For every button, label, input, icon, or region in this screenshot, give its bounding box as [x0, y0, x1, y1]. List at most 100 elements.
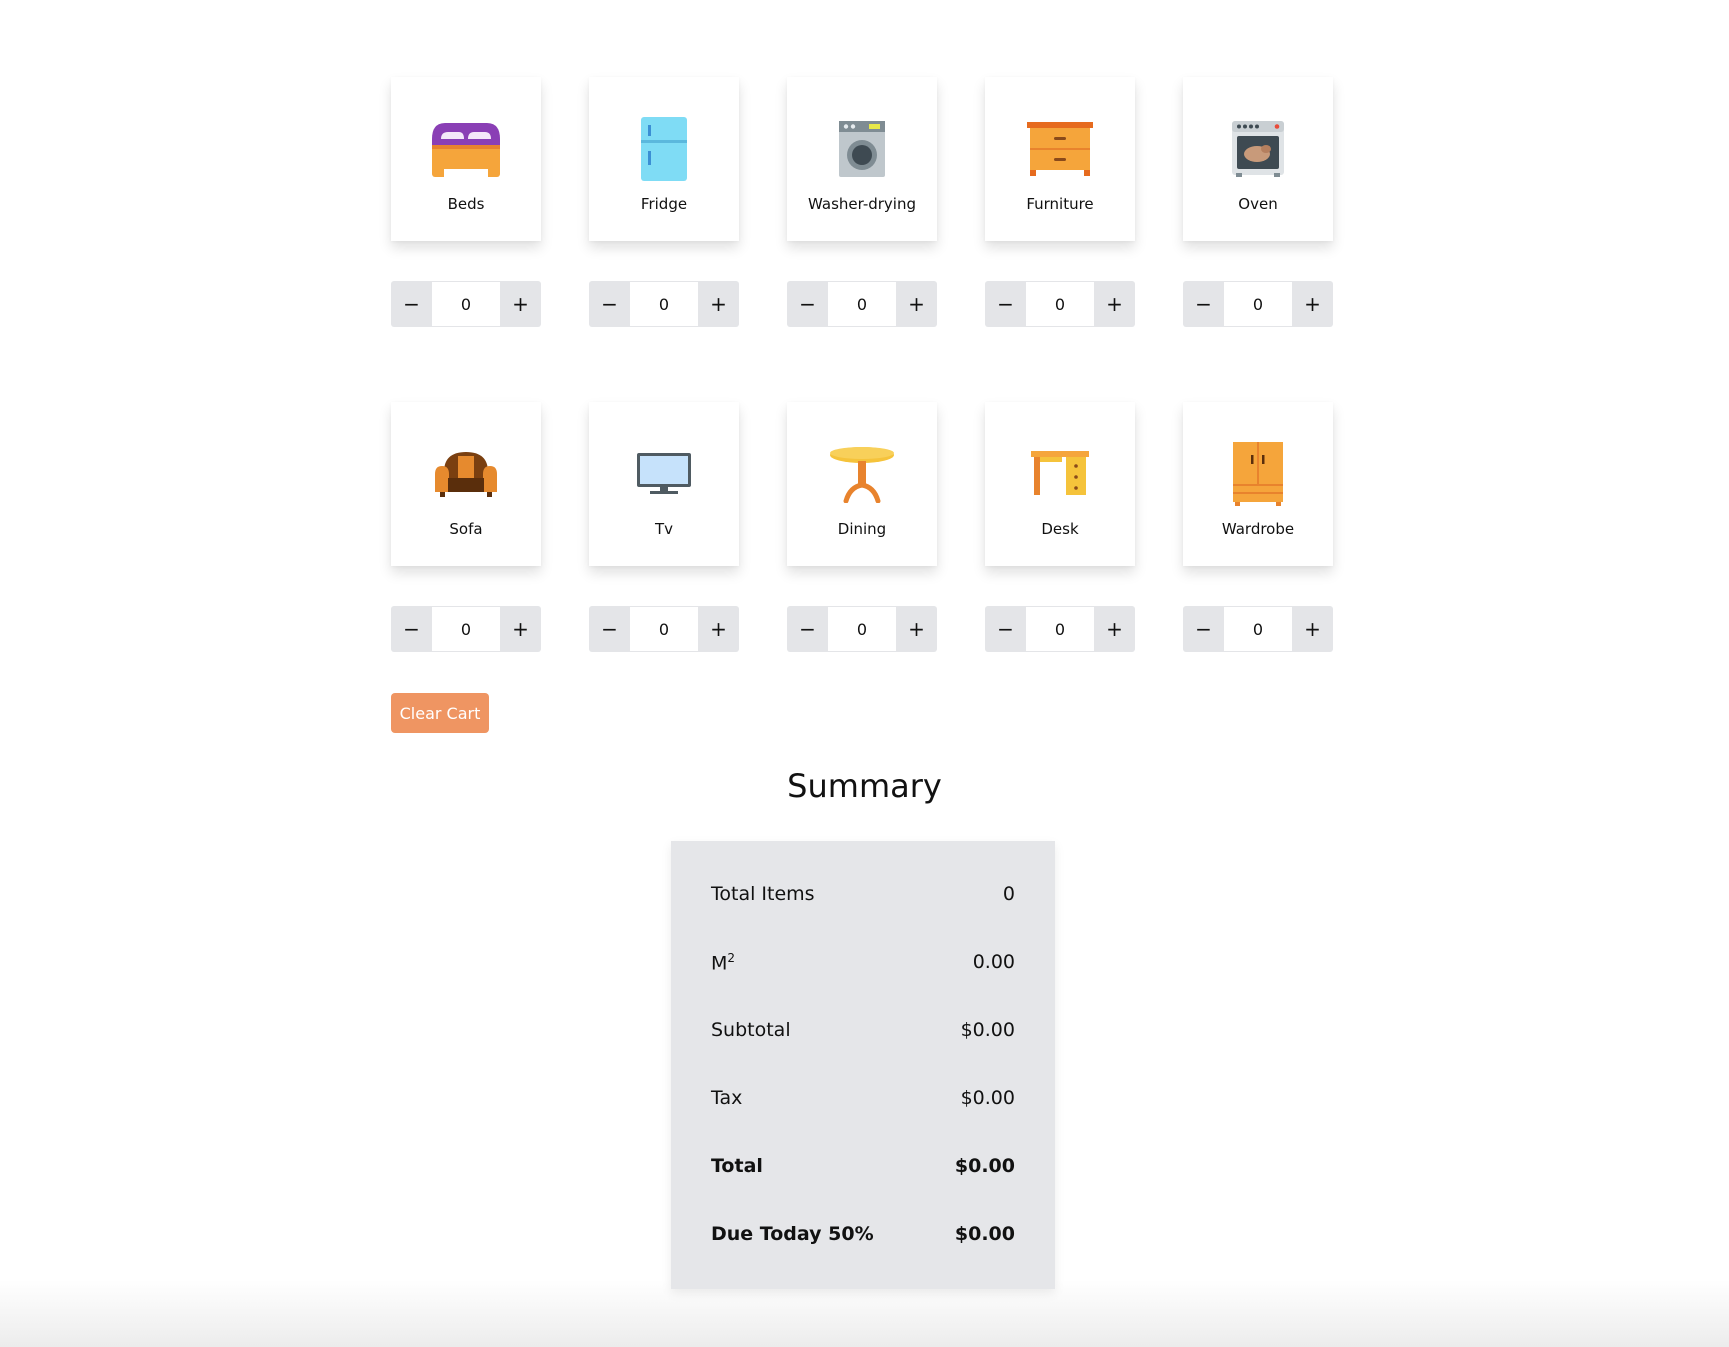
product-label: Wardrobe [1221, 520, 1295, 538]
product-item-dining: Dining − 0 + [787, 402, 937, 652]
product-item-desk: Desk − 0 + [985, 402, 1135, 652]
product-item-wardrobe: Wardrobe − 0 + [1183, 402, 1333, 652]
product-card-desk[interactable]: Desk [985, 402, 1135, 566]
summary-label: Tax [711, 1087, 743, 1109]
summary-value: $0.00 [960, 1087, 1015, 1109]
quantity-value[interactable]: 0 [1026, 281, 1094, 327]
product-card-wardrobe[interactable]: Wardrobe [1183, 402, 1333, 566]
product-label: Desk [1041, 520, 1079, 538]
desk-icon [1024, 438, 1096, 510]
oven-icon [1222, 113, 1294, 185]
decrement-button[interactable]: − [589, 281, 630, 327]
product-item-oven: Oven − 0 + [1183, 77, 1333, 327]
quantity-stepper: − 0 + [1183, 606, 1333, 652]
product-card-tv[interactable]: Tv [589, 402, 739, 566]
increment-button[interactable]: + [500, 281, 541, 327]
dining-table-icon [826, 438, 898, 510]
increment-button[interactable]: + [896, 281, 937, 327]
product-item-tv: Tv − 0 + [589, 402, 739, 652]
decrement-button[interactable]: − [391, 606, 432, 652]
summary-title: Summary [787, 767, 942, 805]
quantity-value[interactable]: 0 [432, 606, 500, 652]
product-item-furniture: Furniture − 0 + [985, 77, 1135, 327]
summary-row-subtotal: Subtotal $0.00 [711, 1019, 1015, 1041]
quantity-stepper: − 0 + [787, 281, 937, 327]
product-card-beds[interactable]: Beds [391, 77, 541, 241]
increment-button[interactable]: + [1292, 281, 1333, 327]
summary-label: Total [711, 1155, 763, 1177]
increment-button[interactable]: + [1094, 606, 1135, 652]
increment-button[interactable]: + [500, 606, 541, 652]
quantity-value[interactable]: 0 [630, 281, 698, 327]
product-label: Beds [447, 195, 485, 213]
increment-button[interactable]: + [896, 606, 937, 652]
product-label: Dining [837, 520, 887, 538]
summary-row-area: M2 0.00 [711, 951, 1015, 974]
quantity-stepper: − 0 + [391, 606, 541, 652]
product-label: Washer-drying [808, 195, 916, 213]
product-label: Fridge [640, 195, 688, 213]
washing-machine-icon [826, 113, 898, 185]
quantity-stepper: − 0 + [391, 281, 541, 327]
quantity-value[interactable]: 0 [1224, 606, 1292, 652]
tv-icon [628, 438, 700, 510]
product-card-washer-drying[interactable]: Washer-drying [787, 77, 937, 241]
quantity-value[interactable]: 0 [1224, 281, 1292, 327]
quantity-stepper: − 0 + [589, 606, 739, 652]
summary-value: 0 [1002, 883, 1015, 905]
product-card-oven[interactable]: Oven [1183, 77, 1333, 241]
summary-row-due-today: Due Today 50% $0.00 [711, 1223, 1015, 1245]
quantity-value[interactable]: 0 [828, 606, 896, 652]
quantity-value[interactable]: 0 [630, 606, 698, 652]
summary-label: Due Today 50% [711, 1223, 874, 1245]
summary-value: $0.00 [960, 1019, 1015, 1041]
decrement-button[interactable]: − [1183, 606, 1224, 652]
quantity-value[interactable]: 0 [1026, 606, 1094, 652]
decrement-button[interactable]: − [589, 606, 630, 652]
product-row: Beds − 0 + Fridge − 0 + Washer-drying − … [391, 77, 1336, 327]
quantity-stepper: − 0 + [589, 281, 739, 327]
wardrobe-icon [1222, 438, 1294, 510]
summary-label: Subtotal [711, 1019, 791, 1041]
decrement-button[interactable]: − [787, 281, 828, 327]
decrement-button[interactable]: − [985, 281, 1026, 327]
increment-button[interactable]: + [698, 606, 739, 652]
increment-button[interactable]: + [1094, 281, 1135, 327]
fridge-icon [628, 113, 700, 185]
product-label: Oven [1238, 195, 1278, 213]
summary-panel: Total Items 0 M2 0.00 Subtotal $0.00 Tax… [671, 841, 1055, 1289]
decrement-button[interactable]: − [985, 606, 1026, 652]
increment-button[interactable]: + [1292, 606, 1333, 652]
area-unit-label: M [711, 952, 728, 975]
product-card-dining[interactable]: Dining [787, 402, 937, 566]
decrement-button[interactable]: − [1183, 281, 1224, 327]
product-item-beds: Beds − 0 + [391, 77, 541, 327]
product-label: Furniture [1026, 195, 1094, 213]
summary-value: 0.00 [972, 951, 1015, 973]
increment-button[interactable]: + [698, 281, 739, 327]
product-card-furniture[interactable]: Furniture [985, 77, 1135, 241]
summary-label: Total Items [711, 883, 815, 905]
summary-value: $0.00 [954, 1223, 1015, 1245]
bed-icon [430, 113, 502, 185]
summary-row-tax: Tax $0.00 [711, 1087, 1015, 1109]
quantity-value[interactable]: 0 [432, 281, 500, 327]
product-item-fridge: Fridge − 0 + [589, 77, 739, 327]
quantity-stepper: − 0 + [985, 606, 1135, 652]
product-item-sofa: Sofa − 0 + [391, 402, 541, 652]
summary-row-total: Total $0.00 [711, 1155, 1015, 1177]
dresser-icon [1024, 113, 1096, 185]
summary-label: M2 [711, 951, 735, 974]
decrement-button[interactable]: − [787, 606, 828, 652]
product-row: Sofa − 0 + Tv − 0 + Dining − 0 + Desk − … [391, 402, 1336, 652]
product-label: Tv [654, 520, 674, 538]
summary-value: $0.00 [954, 1155, 1015, 1177]
clear-cart-button[interactable]: Clear Cart [391, 693, 489, 733]
product-grid: Beds − 0 + Fridge − 0 + Washer-drying − … [391, 77, 1336, 727]
product-item-washer-drying: Washer-drying − 0 + [787, 77, 937, 327]
quantity-stepper: − 0 + [1183, 281, 1333, 327]
product-card-fridge[interactable]: Fridge [589, 77, 739, 241]
decrement-button[interactable]: − [391, 281, 432, 327]
quantity-value[interactable]: 0 [828, 281, 896, 327]
product-card-sofa[interactable]: Sofa [391, 402, 541, 566]
